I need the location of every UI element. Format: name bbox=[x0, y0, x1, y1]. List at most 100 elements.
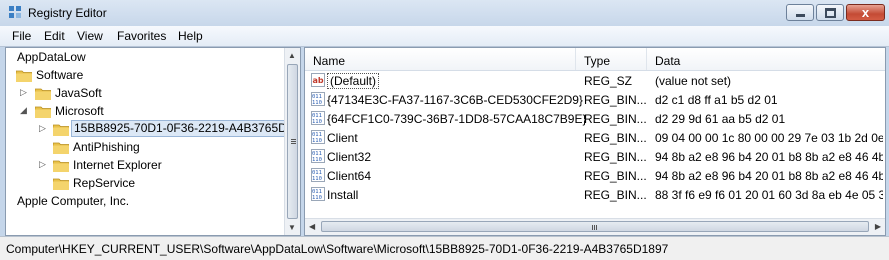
value-type: REG_BIN... bbox=[584, 131, 647, 145]
value-name: Client64 bbox=[327, 169, 372, 183]
folder-icon bbox=[53, 142, 69, 154]
binary-value-icon: 011 110 bbox=[311, 130, 325, 144]
status-bar: Computer\HKEY_CURRENT_USER\Software\AppD… bbox=[0, 236, 889, 260]
column-header: Name Type Data bbox=[305, 48, 885, 71]
key-tree[interactable]: AppDataLow Software ▷ JavaSoft ◢ Microso… bbox=[5, 47, 301, 236]
menu-favorites[interactable]: Favorites bbox=[117, 29, 166, 43]
value-type: REG_BIN... bbox=[584, 150, 647, 164]
value-data: d2 29 9d 61 aa b5 d2 01 bbox=[655, 112, 786, 126]
svg-text:110: 110 bbox=[312, 138, 322, 144]
value-row[interactable]: 011 110 {47134E3C-FA37-1167-3C6B-CED530C… bbox=[305, 90, 885, 109]
grip-icon bbox=[592, 225, 593, 230]
folder-icon bbox=[16, 70, 32, 82]
binary-value-icon: 011 110 bbox=[311, 111, 325, 125]
scroll-up-icon[interactable]: ▲ bbox=[288, 51, 296, 60]
svg-text:ab: ab bbox=[313, 76, 324, 85]
folder-icon bbox=[53, 160, 69, 172]
value-name: Client32 bbox=[327, 150, 372, 164]
tree-item-internet-explorer[interactable]: ▷ Internet Explorer bbox=[6, 156, 283, 174]
svg-text:110: 110 bbox=[312, 119, 322, 125]
scroll-left-icon[interactable]: ◀ bbox=[309, 222, 315, 231]
menu-file[interactable]: File bbox=[12, 29, 31, 43]
value-name: {64FCF1C0-739C-36B7-1DD8-57CAA18C7B9E} bbox=[327, 112, 587, 126]
value-data: (value not set) bbox=[655, 74, 732, 88]
tree-item-software[interactable]: Software bbox=[6, 66, 283, 84]
value-name: Client bbox=[327, 131, 358, 145]
value-data: d2 c1 d8 ff a1 b5 d2 01 bbox=[655, 93, 778, 107]
tree-item-label: AppDataLow bbox=[17, 50, 86, 64]
tree-item-15bb8925[interactable]: ▷ 15BB8925-70D1-0F36-2219-A4B3765D1897 bbox=[6, 120, 300, 138]
collapse-arrow-icon[interactable]: ◢ bbox=[20, 105, 27, 116]
tree-item-antiphishing[interactable]: AntiPhishing bbox=[6, 138, 283, 156]
tree-vertical-scrollbar[interactable]: ▲ ▼ bbox=[284, 48, 300, 235]
close-icon: x bbox=[861, 5, 870, 20]
close-button[interactable]: x bbox=[846, 4, 885, 21]
tree-item-repservice[interactable]: RepService bbox=[6, 174, 283, 192]
value-type: REG_SZ bbox=[584, 74, 633, 88]
column-type[interactable]: Type bbox=[584, 54, 610, 68]
binary-value-icon: 011 110 bbox=[311, 92, 325, 106]
scroll-right-icon[interactable]: ▶ bbox=[875, 222, 881, 231]
values-horizontal-scrollbar[interactable]: ◀ ▶ bbox=[305, 218, 885, 235]
svg-text:110: 110 bbox=[312, 195, 322, 201]
scrollbar-thumb[interactable] bbox=[321, 221, 869, 232]
tree-item-appdatalow[interactable]: AppDataLow bbox=[6, 48, 283, 66]
value-data: 09 04 00 00 1c 80 00 00 29 7e 03 1b 2d 0… bbox=[655, 131, 883, 145]
tree-item-microsoft[interactable]: ◢ Microsoft bbox=[6, 102, 283, 120]
minimize-button[interactable] bbox=[786, 4, 814, 21]
value-row[interactable]: 011 110 Client64 REG_BIN... 94 8b a2 e8 … bbox=[305, 166, 885, 185]
folder-icon bbox=[53, 178, 69, 190]
tree-item-label: Software bbox=[36, 68, 84, 82]
tree-item-label: AntiPhishing bbox=[73, 140, 140, 154]
tree-item-label: Internet Explorer bbox=[73, 158, 162, 172]
expand-arrow-icon[interactable]: ▷ bbox=[39, 123, 46, 134]
maximize-button[interactable] bbox=[816, 4, 844, 21]
window-title: Registry Editor bbox=[28, 6, 107, 20]
value-row[interactable]: ab (Default) REG_SZ (value not set) bbox=[305, 71, 885, 90]
key-path: Computer\HKEY_CURRENT_USER\Software\AppD… bbox=[6, 242, 669, 256]
column-data[interactable]: Data bbox=[655, 54, 680, 68]
value-data: 94 8b a2 e8 96 b4 20 01 b8 8b a2 e8 46 4… bbox=[655, 169, 883, 183]
tree-item-apple-computer[interactable]: Apple Computer, Inc. bbox=[6, 192, 283, 210]
title-bar: Registry Editor x bbox=[0, 0, 889, 26]
value-row[interactable]: 011 110 Install REG_BIN... 88 3f f6 e9 f… bbox=[305, 185, 885, 204]
value-type: REG_BIN... bbox=[584, 169, 647, 183]
column-divider[interactable] bbox=[646, 48, 647, 70]
tree-item-label: JavaSoft bbox=[55, 86, 102, 100]
svg-text:110: 110 bbox=[312, 100, 322, 106]
column-name[interactable]: Name bbox=[313, 54, 345, 68]
value-type: REG_BIN... bbox=[584, 112, 647, 126]
value-data: 94 8b a2 e8 96 b4 20 01 b8 8b a2 e8 46 4… bbox=[655, 150, 883, 164]
tree-item-label: 15BB8925-70D1-0F36-2219-A4B3765D1897 bbox=[71, 120, 300, 137]
value-row[interactable]: 011 110 Client32 REG_BIN... 94 8b a2 e8 … bbox=[305, 147, 885, 166]
binary-value-icon: 011 110 bbox=[311, 149, 325, 163]
folder-icon bbox=[35, 88, 51, 100]
tree-item-label: Microsoft bbox=[55, 104, 104, 118]
menu-bar: File Edit View Favorites Help bbox=[0, 26, 889, 47]
value-name: {47134E3C-FA37-1167-3C6B-CED530CFE2D9} bbox=[327, 93, 583, 107]
column-divider[interactable] bbox=[575, 48, 576, 70]
value-type: REG_BIN... bbox=[584, 188, 647, 202]
values-list[interactable]: Name Type Data ab (Default) REG_SZ (valu… bbox=[304, 47, 886, 236]
scroll-down-icon[interactable]: ▼ bbox=[288, 223, 296, 232]
expand-arrow-icon[interactable]: ▷ bbox=[39, 159, 46, 170]
menu-help[interactable]: Help bbox=[178, 29, 203, 43]
maximize-icon bbox=[817, 5, 843, 20]
scrollbar-thumb[interactable] bbox=[287, 64, 298, 219]
minimize-icon bbox=[787, 5, 813, 20]
expand-arrow-icon[interactable]: ▷ bbox=[20, 87, 27, 98]
binary-value-icon: 011 110 bbox=[311, 168, 325, 182]
registry-editor-icon bbox=[9, 6, 21, 18]
value-row[interactable]: 011 110 {64FCF1C0-739C-36B7-1DD8-57CAA18… bbox=[305, 109, 885, 128]
open-folder-icon bbox=[35, 106, 51, 118]
value-row[interactable]: 011 110 Client REG_BIN... 09 04 00 00 1c… bbox=[305, 128, 885, 147]
tree-item-javasoft[interactable]: ▷ JavaSoft bbox=[6, 84, 283, 102]
folder-icon bbox=[53, 124, 69, 136]
binary-value-icon: 011 110 bbox=[311, 187, 325, 201]
menu-view[interactable]: View bbox=[77, 29, 103, 43]
value-data: 88 3f f6 e9 f6 01 20 01 60 3d 8a eb 4e 0… bbox=[655, 188, 883, 202]
value-type: REG_BIN... bbox=[584, 93, 647, 107]
menu-edit[interactable]: Edit bbox=[44, 29, 65, 43]
svg-text:110: 110 bbox=[312, 176, 322, 182]
grip-icon bbox=[291, 139, 296, 140]
